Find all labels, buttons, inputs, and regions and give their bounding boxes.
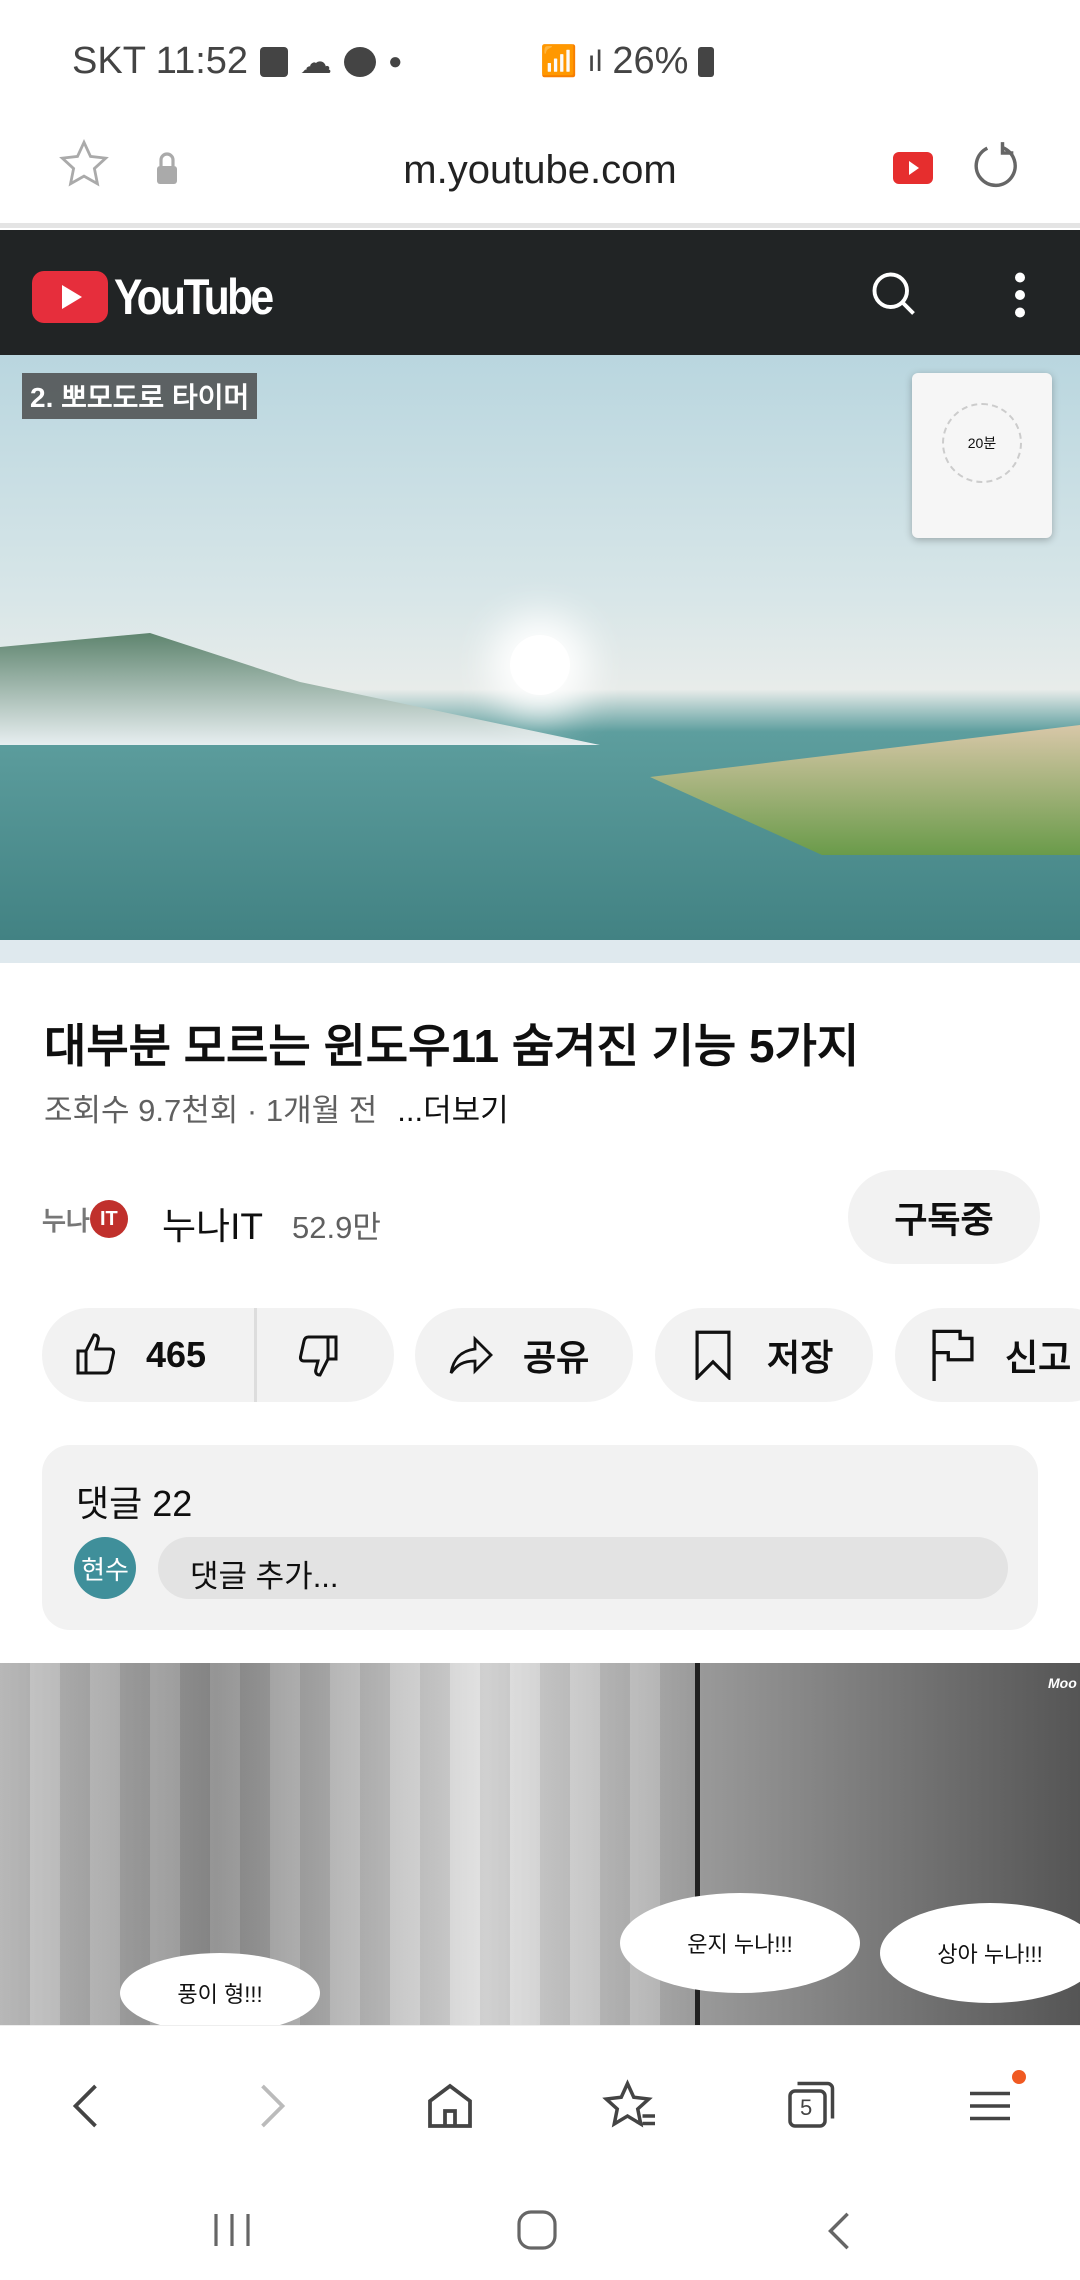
youtube-header: YouTube — [0, 230, 1080, 355]
youtube-app-icon[interactable] — [893, 152, 933, 184]
comments-section[interactable]: 댓글 22 현수 댓글 추가... — [42, 1445, 1038, 1630]
subscriber-count: 52.9만 — [292, 1210, 381, 1245]
flag-icon — [932, 1329, 974, 1381]
home-nav-icon[interactable] — [514, 2208, 560, 2252]
back-icon[interactable] — [58, 2076, 118, 2136]
speech-bubble: 운지 누나!!! — [620, 1893, 860, 1993]
menu-icon — [970, 2091, 1010, 2121]
bookmark-icon — [695, 1330, 731, 1380]
youtube-logo[interactable]: YouTube — [32, 268, 299, 326]
gallery-icon — [260, 46, 289, 77]
battery-charging-icon — [698, 46, 715, 77]
bookmarks-icon[interactable] — [600, 2076, 660, 2136]
more-link[interactable]: ...더보기 — [397, 1093, 508, 1128]
youtube-logo-text: YouTube — [114, 269, 274, 325]
sun — [510, 635, 570, 695]
subscribed-button[interactable]: 구독중 — [848, 1170, 1040, 1264]
comments-header: 댓글 22 — [76, 1483, 193, 1524]
user-avatar: 현수 — [74, 1537, 136, 1599]
planet-icon — [344, 46, 377, 77]
video-meta: 조회수 9.7천회 · 1개월 전 ...더보기 — [44, 1085, 509, 1130]
grass-shore — [650, 725, 1080, 855]
channel-row: 누나 IT 누나IT 52.9만 구독중 — [0, 1170, 1080, 1270]
speech-bubble: 풍이 형!!! — [120, 1953, 320, 2025]
status-bar: SKT 11:52 ☁ ● 📶 ıl 26% — [0, 0, 1080, 110]
back-nav-icon[interactable] — [820, 2210, 860, 2252]
share-label: 공유 — [523, 1337, 590, 1378]
search-icon[interactable] — [868, 268, 920, 320]
share-icon — [449, 1335, 493, 1375]
more-vert-icon[interactable] — [1005, 270, 1035, 320]
video-overlay-text: 2. 뽀모도로 타이머 — [22, 373, 258, 419]
report-label: 신고 — [1005, 1337, 1072, 1378]
tab-count: 5 — [800, 2095, 813, 2120]
notification-dot — [1012, 2070, 1026, 2084]
wifi-icon: 📶 — [540, 45, 578, 78]
forward-icon[interactable] — [240, 2076, 300, 2136]
taskbar — [0, 940, 1080, 963]
carrier-time: SKT 11:52 — [72, 40, 249, 82]
battery-percent: 26% — [612, 40, 689, 82]
cloud-icon: ☁ — [300, 43, 333, 80]
comic-panel-left — [0, 1663, 690, 2025]
video-title: 대부분 모르는 윈도우11 숨겨진 기능 5가지 — [44, 1020, 860, 1072]
browser-bottom-toolbar: 5 — [0, 2025, 1080, 2180]
youtube-logo-icon — [32, 271, 108, 323]
save-button[interactable]: 저장 — [655, 1308, 873, 1402]
tabs-button[interactable]: 5 — [780, 2076, 840, 2136]
save-label: 저장 — [767, 1337, 834, 1378]
like-dislike-group: 465 — [42, 1308, 394, 1402]
report-button[interactable]: 신고 — [895, 1308, 1080, 1402]
ad-banner-image[interactable]: 풍이 형!!! 운지 누나!!! 상아 누나!!! Moo — [0, 1663, 1080, 2025]
views-date: 조회수 9.7천회 · 1개월 전 — [44, 1093, 378, 1128]
browser-url-bar[interactable]: m.youtube.com — [0, 110, 1080, 228]
like-count: 465 — [146, 1334, 207, 1375]
share-button[interactable]: 공유 — [415, 1308, 633, 1402]
signal-icon: ıl — [587, 44, 603, 78]
channel-name[interactable]: 누나IT — [162, 1196, 263, 1250]
landscape-hills — [0, 633, 600, 745]
thumbs-up-icon — [76, 1333, 116, 1375]
home-icon[interactable] — [420, 2076, 480, 2136]
timer-widget: 20분 — [912, 373, 1052, 538]
dot-icon: ● — [388, 47, 403, 75]
reload-icon[interactable] — [970, 140, 1022, 192]
system-nav-bar — [0, 2180, 1080, 2280]
recent-apps-icon[interactable] — [210, 2210, 254, 2250]
menu-button[interactable] — [960, 2070, 1026, 2136]
timer-value: 20분 — [942, 403, 1022, 483]
video-player[interactable]: 2. 뽀모도로 타이머 20분 — [0, 355, 1080, 963]
add-comment-input[interactable]: 댓글 추가... — [158, 1537, 1008, 1599]
ad-corner-text: Moo — [1048, 1675, 1077, 1691]
channel-logo[interactable]: 누나 IT — [42, 1200, 128, 1238]
speech-bubble: 상아 누나!!! — [880, 1903, 1080, 2003]
like-button[interactable]: 465 — [42, 1308, 257, 1402]
dislike-button[interactable] — [292, 1331, 340, 1379]
